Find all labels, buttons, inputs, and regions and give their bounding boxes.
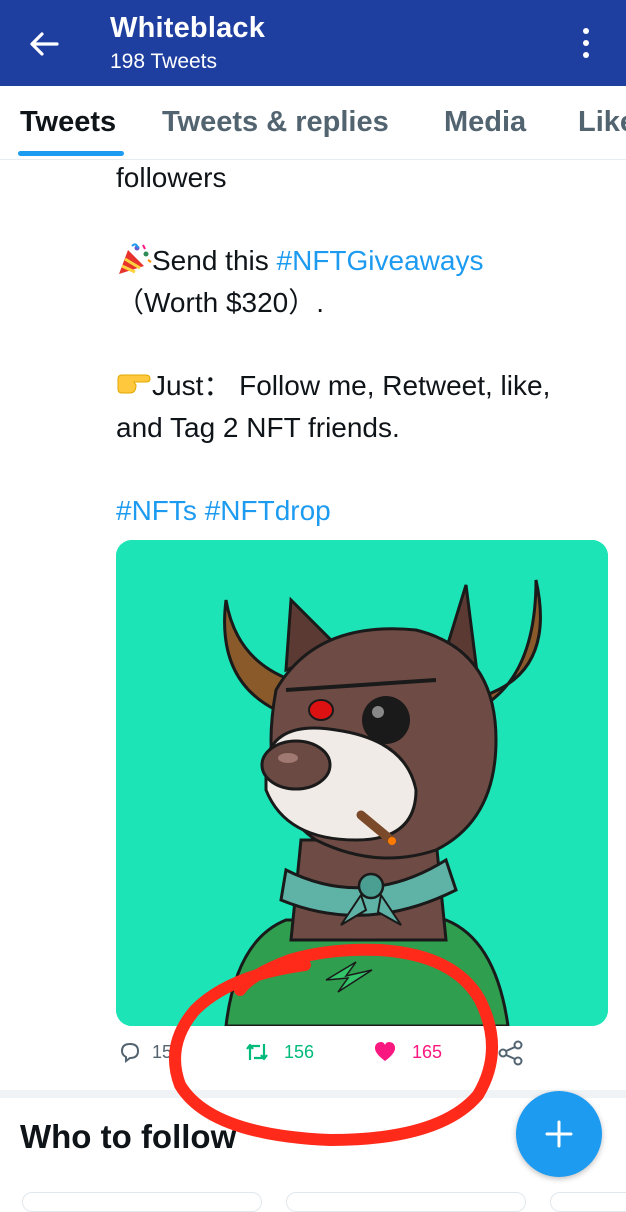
tab-tweets[interactable]: Tweets	[20, 106, 116, 139]
like-count: 165	[412, 1041, 443, 1062]
retweet-button[interactable]: 156	[244, 1040, 314, 1064]
tab-media[interactable]: Media	[444, 106, 526, 139]
profile-tabs: Tweets Tweets & replies Media Likes	[0, 86, 626, 160]
reply-icon	[120, 1042, 140, 1063]
share-icon	[498, 1040, 523, 1066]
tweet-send-line: Send this #NFTGiveaways	[116, 241, 616, 281]
hashtag-nftdrop-link[interactable]: #NFTdrop	[205, 495, 331, 526]
more-vertical-icon	[583, 28, 589, 34]
section-divider	[0, 1090, 626, 1098]
reply-count: 15	[152, 1041, 173, 1062]
tab-tweets-replies[interactable]: Tweets & replies	[162, 106, 389, 139]
tab-likes[interactable]: Likes	[578, 106, 626, 139]
compose-tweet-button[interactable]	[516, 1091, 602, 1177]
tweet-count: 198 Tweets	[110, 50, 218, 73]
tweet-worth-line: （Worth $320）.	[116, 287, 325, 318]
like-button[interactable]: 165	[372, 1040, 442, 1064]
share-button[interactable]	[498, 1040, 524, 1066]
tweet-just-line: Just： Follow me, Retweet, like,	[116, 366, 616, 406]
heart-filled-icon	[374, 1042, 396, 1061]
plus-icon	[545, 1120, 573, 1148]
tweet-tag-line: and Tag 2 NFT friends.	[116, 412, 400, 443]
suggestion-card[interactable]	[550, 1192, 626, 1212]
back-button[interactable]	[22, 22, 66, 66]
profile-name: Whiteblack	[110, 12, 266, 44]
suggestion-card[interactable]	[286, 1192, 526, 1212]
retweet-icon	[246, 1043, 268, 1061]
tweet-actions: 15 156 165	[0, 1040, 626, 1074]
suggestion-card[interactable]	[22, 1192, 262, 1212]
tweet-image[interactable]	[116, 540, 608, 1026]
nft-bull-dog-illustration	[116, 540, 608, 1026]
tweet-text-followers: followers	[116, 162, 227, 193]
active-tab-indicator	[18, 151, 124, 156]
more-options-button[interactable]	[568, 20, 604, 66]
tweet-send-text: Send this	[152, 245, 277, 276]
hashtag-nfts-link[interactable]: #NFTs	[116, 495, 197, 526]
pointing-right-icon	[117, 374, 151, 394]
profile-header: Whiteblack 198 Tweets	[0, 0, 626, 86]
reply-button[interactable]: 15	[118, 1040, 172, 1064]
retweet-count: 156	[284, 1041, 315, 1062]
tweet-hashtags: #NFTs #NFTdrop	[116, 491, 616, 531]
party-popper-icon	[119, 243, 152, 274]
who-to-follow-heading: Who to follow	[20, 1118, 237, 1155]
hashtag-nftgiveaways-link[interactable]: #NFTGiveaways	[277, 245, 484, 276]
tweet-just-text: Just： Follow me, Retweet, like,	[152, 370, 551, 401]
arrow-left-icon	[30, 32, 59, 56]
